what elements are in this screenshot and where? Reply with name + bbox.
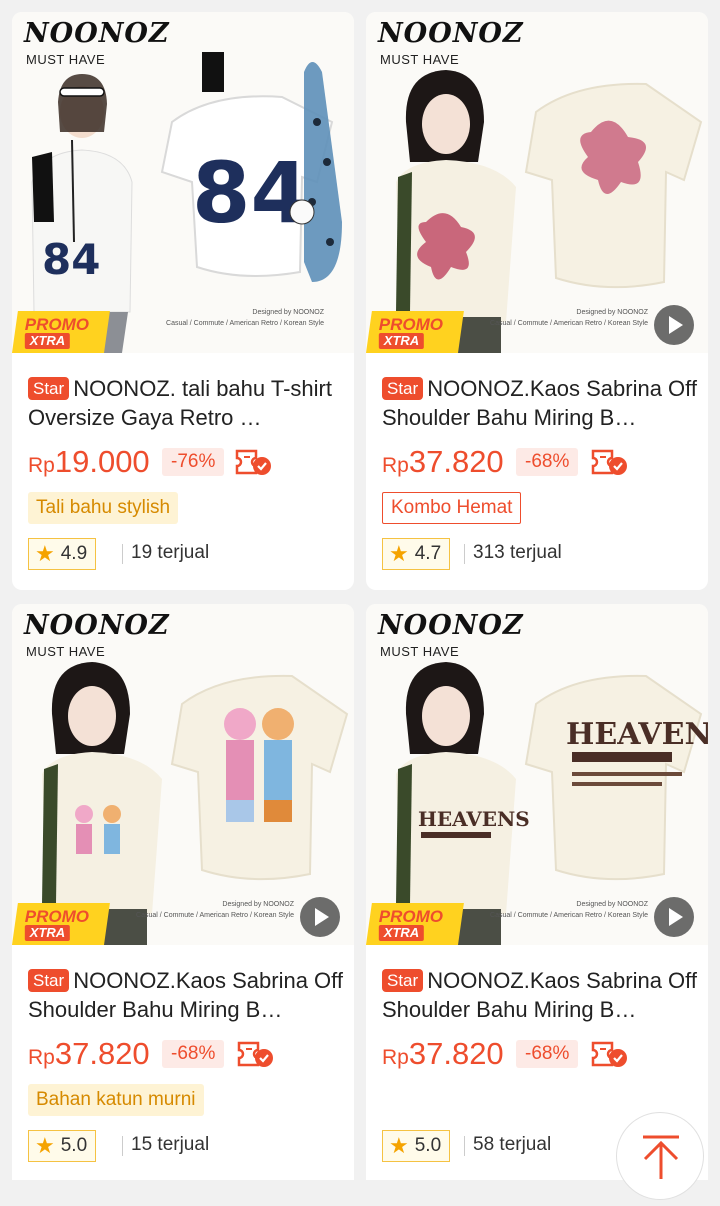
voucher-check-icon	[235, 449, 271, 475]
product-title[interactable]: Star NOONOZ.Kaos Sabrina Off Shoulder Bah…	[28, 966, 344, 1024]
product-price: Rp37.820	[382, 1036, 504, 1071]
voucher-check-icon	[591, 449, 627, 475]
product-info: Star NOONOZ.Kaos Sabrina Off Shoulder Bah…	[382, 374, 698, 578]
product-grid: 84 84 NOONOZ MUST HAVE Designed by NOONO…	[0, 0, 720, 1200]
product-card[interactable]: NOONOZ MUST HAVE Designed by NOONOZ Casu…	[366, 12, 708, 590]
label-row: Bahan katun murni	[28, 1080, 344, 1126]
svg-text:HEAVENS: HEAVENS	[418, 807, 530, 831]
sold-count: 58 terjual	[473, 1134, 552, 1155]
print-84: 84	[192, 144, 309, 242]
arrow-up-icon	[643, 1135, 679, 1179]
print-heavens: HEAVENS	[566, 717, 708, 752]
star-icon: ★	[35, 541, 55, 566]
product-image[interactable]: HEAVENS HEAVENS NOONOZ MUST HAVE Designe…	[366, 604, 708, 945]
discount-badge: -68%	[162, 1040, 225, 1068]
product-image[interactable]: 84 84 NOONOZ MUST HAVE Designed by NOONO…	[12, 12, 354, 353]
brand-tagline: MUST HAVE	[26, 52, 106, 67]
feature-label: Tali bahu stylish	[28, 492, 179, 524]
back-to-top-button[interactable]	[616, 1112, 704, 1200]
sold-count: 19 terjual	[131, 542, 210, 563]
play-icon[interactable]	[300, 897, 340, 937]
feature-label: Bahan katun murni	[28, 1084, 204, 1116]
star-icon: ★	[35, 1133, 55, 1158]
product-card[interactable]: NOONOZ MUST HAVE Designed by NOONOZ Casu…	[12, 604, 354, 1180]
price-row: Rp37.820 -68%	[382, 1032, 698, 1076]
rating-badge: ★ 5.0	[382, 1130, 451, 1162]
voucher-check-icon	[591, 1041, 627, 1067]
voucher-check-icon	[237, 1041, 273, 1067]
brand-tagline: MUST HAVE	[380, 644, 460, 659]
price-row: Rp19.000 -76%	[28, 440, 344, 484]
product-price: Rp19.000	[28, 444, 150, 479]
promo-xtra-badge: PROMO XTRA	[12, 311, 110, 353]
product-card[interactable]: 84 84 NOONOZ MUST HAVE Designed by NOONO…	[12, 12, 354, 590]
star-seller-badge: Star	[382, 969, 424, 992]
discount-badge: -68%	[516, 448, 579, 476]
rating-row: ★ 5.0 15 terjual	[28, 1130, 344, 1170]
brand-tagline: MUST HAVE	[380, 52, 460, 67]
discount-badge: -68%	[516, 1040, 579, 1068]
product-image[interactable]: NOONOZ MUST HAVE Designed by NOONOZ Casu…	[12, 604, 354, 945]
product-title[interactable]: Star NOONOZ.Kaos Sabrina Off Shoulder Bah…	[382, 374, 698, 432]
label-row: Kombo Hemat	[382, 488, 698, 534]
brand-logo: NOONOZ	[24, 18, 170, 49]
price-row: Rp37.820 -68%	[382, 440, 698, 484]
label-row: Tali bahu stylish	[28, 488, 344, 534]
sold-count: 313 terjual	[473, 542, 562, 563]
designed-by-text: Designed by NOONOZ Casual / Commute / Am…	[490, 309, 648, 327]
promo-xtra-badge: PROMO XTRA	[12, 903, 110, 945]
rating-row: ★ 4.7 313 terjual	[382, 538, 698, 578]
promo-xtra-badge: PROMO XTRA	[366, 311, 464, 353]
product-title[interactable]: Star NOONOZ. tali bahu T-shirt Oversize G…	[28, 374, 344, 432]
combo-label: Kombo Hemat	[382, 492, 522, 524]
divider	[464, 1136, 465, 1156]
star-seller-badge: Star	[28, 969, 70, 992]
discount-badge: -76%	[162, 448, 225, 476]
product-title[interactable]: Star NOONOZ.Kaos Sabrina Off Shoulder Bah…	[382, 966, 698, 1024]
star-seller-badge: Star	[28, 377, 70, 400]
star-icon: ★	[389, 1133, 409, 1158]
price-row: Rp37.820 -68%	[28, 1032, 344, 1076]
divider	[122, 1136, 123, 1156]
sold-count: 15 terjual	[131, 1134, 210, 1155]
brand-logo: NOONOZ	[378, 18, 524, 49]
brand-tagline: MUST HAVE	[26, 644, 106, 659]
product-image[interactable]: NOONOZ MUST HAVE Designed by NOONOZ Casu…	[366, 12, 708, 353]
brand-logo: NOONOZ	[378, 610, 524, 641]
play-icon[interactable]	[654, 897, 694, 937]
brand-logo: NOONOZ	[24, 610, 170, 641]
product-card[interactable]: HEAVENS HEAVENS NOONOZ MUST HAVE Designe…	[366, 604, 708, 1180]
designed-by-text: Designed by NOONOZ Casual / Commute / Am…	[166, 309, 324, 327]
product-price: Rp37.820	[28, 1036, 150, 1071]
designed-by-text: Designed by NOONOZ Casual / Commute / Am…	[136, 901, 294, 919]
rating-badge: ★ 5.0	[28, 1130, 97, 1162]
product-info: Star NOONOZ.Kaos Sabrina Off Shoulder Bah…	[28, 966, 344, 1170]
star-icon: ★	[389, 541, 409, 566]
divider	[122, 544, 123, 564]
divider	[464, 544, 465, 564]
designed-by-text: Designed by NOONOZ Casual / Commute / Am…	[490, 901, 648, 919]
product-info: Star NOONOZ. tali bahu T-shirt Oversize G…	[28, 374, 344, 578]
promo-xtra-badge: PROMO XTRA	[366, 903, 464, 945]
star-seller-badge: Star	[382, 377, 424, 400]
play-icon[interactable]	[654, 305, 694, 345]
rating-badge: ★ 4.7	[382, 538, 451, 570]
rating-badge: ★ 4.9	[28, 538, 97, 570]
svg-text:84: 84	[42, 235, 100, 284]
product-price: Rp37.820	[382, 444, 504, 479]
rating-row: ★ 4.9 19 terjual	[28, 538, 344, 578]
